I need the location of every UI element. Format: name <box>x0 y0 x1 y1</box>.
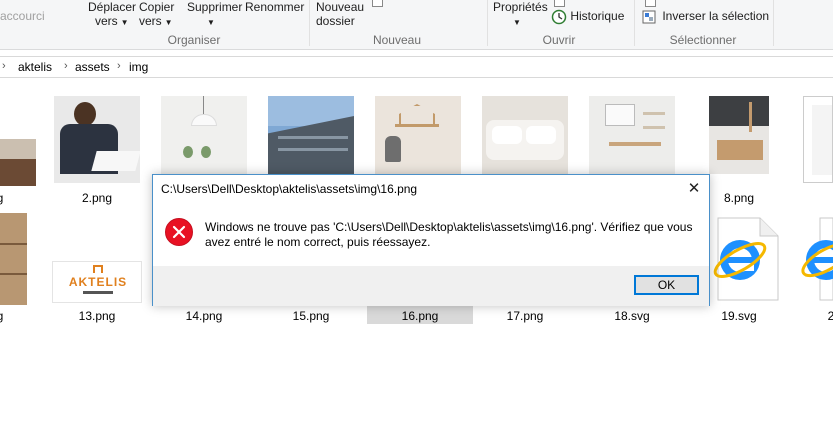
copy-to-label-2: vers <box>139 14 162 28</box>
move-to-button[interactable]: Déplacer vers ▼ <box>88 0 136 30</box>
chevron-down-icon: ▼ <box>207 18 215 27</box>
open-icon[interactable] <box>554 0 565 7</box>
breadcrumb-item-aktelis[interactable]: aktelis <box>18 60 52 74</box>
error-icon <box>165 218 193 246</box>
copy-to-button[interactable]: Copier vers ▼ <box>139 0 174 30</box>
invert-selection-button[interactable]: Inverser la sélection <box>642 9 769 24</box>
close-icon[interactable]: ✕ <box>683 178 705 200</box>
dialog-message-line-1: Windows ne trouve pas 'C:\Users\Dell\Des… <box>205 220 693 234</box>
invert-selection-label: Inverser la sélection <box>662 9 770 23</box>
delete-label: Supprimer <box>187 0 243 14</box>
properties-label: Propriétés <box>493 0 548 14</box>
file-thumbnail[interactable] <box>375 96 461 174</box>
history-button[interactable]: Historique <box>551 9 624 25</box>
history-icon <box>551 9 567 25</box>
group-divider <box>309 0 310 46</box>
svg-file-icon[interactable] <box>800 216 833 302</box>
copy-to-label-1: Copier <box>139 0 175 14</box>
ribbon: accourci Déplacer vers ▼ Copier vers ▼ Sup… <box>0 0 833 50</box>
ok-button[interactable]: OK <box>634 275 699 295</box>
chevron-down-icon: ▼ <box>120 18 129 27</box>
dialog-footer <box>153 266 709 306</box>
breadcrumb-chevron-icon: › <box>64 60 68 72</box>
file-thumbnail[interactable] <box>803 96 833 183</box>
dialog-message-line-2: avez entré le nom correct, puis réessaye… <box>205 235 431 249</box>
dialog-message: Windows ne trouve pas 'C:\Users\Dell\Des… <box>205 220 705 250</box>
file-thumbnail[interactable] <box>589 96 675 174</box>
chevron-down-icon: ▼ <box>164 18 173 27</box>
file-name[interactable]: 14.png <box>151 309 257 323</box>
group-label-selectionner: Sélectionner <box>669 33 737 47</box>
breadcrumb-item-img[interactable]: img <box>129 60 148 74</box>
move-to-label-1: Déplacer <box>88 0 137 14</box>
file-name-selected[interactable]: 16.png <box>367 305 473 324</box>
file-thumbnail[interactable] <box>268 96 354 174</box>
select-none-icon[interactable] <box>645 0 656 7</box>
file-name[interactable]: 18.svg <box>579 309 685 323</box>
history-label: Historique <box>570 9 625 24</box>
invert-selection-icon <box>642 10 656 24</box>
file-thumbnail[interactable] <box>0 213 27 305</box>
breadcrumb-chevron-icon: › <box>2 60 6 72</box>
new-item-icon[interactable] <box>372 0 383 7</box>
group-divider <box>773 0 774 46</box>
address-bar[interactable]: › aktelis › assets › img <box>0 56 833 78</box>
group-label-ouvrir: Ouvrir <box>542 33 576 47</box>
rename-button[interactable]: Renommer <box>245 0 304 14</box>
chevron-down-icon: ▼ <box>513 18 521 27</box>
file-thumbnail[interactable] <box>161 96 247 174</box>
rename-label: Renommer <box>245 0 305 14</box>
svg-file-icon[interactable] <box>712 216 780 302</box>
new-folder-label-2: dossier <box>316 14 355 28</box>
file-name[interactable]: 17.png <box>472 309 578 323</box>
file-thumbnail[interactable] <box>482 96 568 174</box>
shortcut-label[interactable]: accourci <box>0 9 45 23</box>
file-name[interactable]: 13.png <box>44 309 150 323</box>
file-name[interactable]: 2 <box>778 309 833 323</box>
group-label-organiser: Organiser <box>167 33 221 47</box>
properties-button[interactable]: Propriétés ▼ <box>493 0 548 30</box>
logo-house-icon <box>93 265 103 273</box>
error-dialog: C:\Users\Dell\Desktop\aktelis\assets\img… <box>152 174 710 306</box>
file-thumbnail[interactable] <box>54 96 140 183</box>
file-thumbnail[interactable] <box>0 139 36 186</box>
new-folder-label-1: Nouveau <box>316 0 365 14</box>
group-divider <box>487 0 488 46</box>
file-name[interactable]: 15.png <box>258 309 364 323</box>
group-label-nouveau: Nouveau <box>372 33 422 47</box>
group-divider <box>634 0 635 46</box>
breadcrumb-chevron-icon: › <box>117 60 121 72</box>
file-name[interactable]: 19.svg <box>686 309 792 323</box>
file-thumbnail[interactable] <box>709 96 769 174</box>
dialog-title: C:\Users\Dell\Desktop\aktelis\assets\img… <box>161 182 418 196</box>
new-folder-button[interactable]: Nouveau dossier <box>316 0 364 28</box>
logo-text: AKTELIS <box>68 275 128 289</box>
file-name[interactable]: 2.png <box>44 191 150 205</box>
file-thumbnail[interactable]: AKTELIS <box>52 261 142 303</box>
move-to-label-2: vers <box>95 14 118 28</box>
breadcrumb-item-assets[interactable]: assets <box>75 60 110 74</box>
delete-button[interactable]: Supprimer ▼ <box>187 0 242 30</box>
